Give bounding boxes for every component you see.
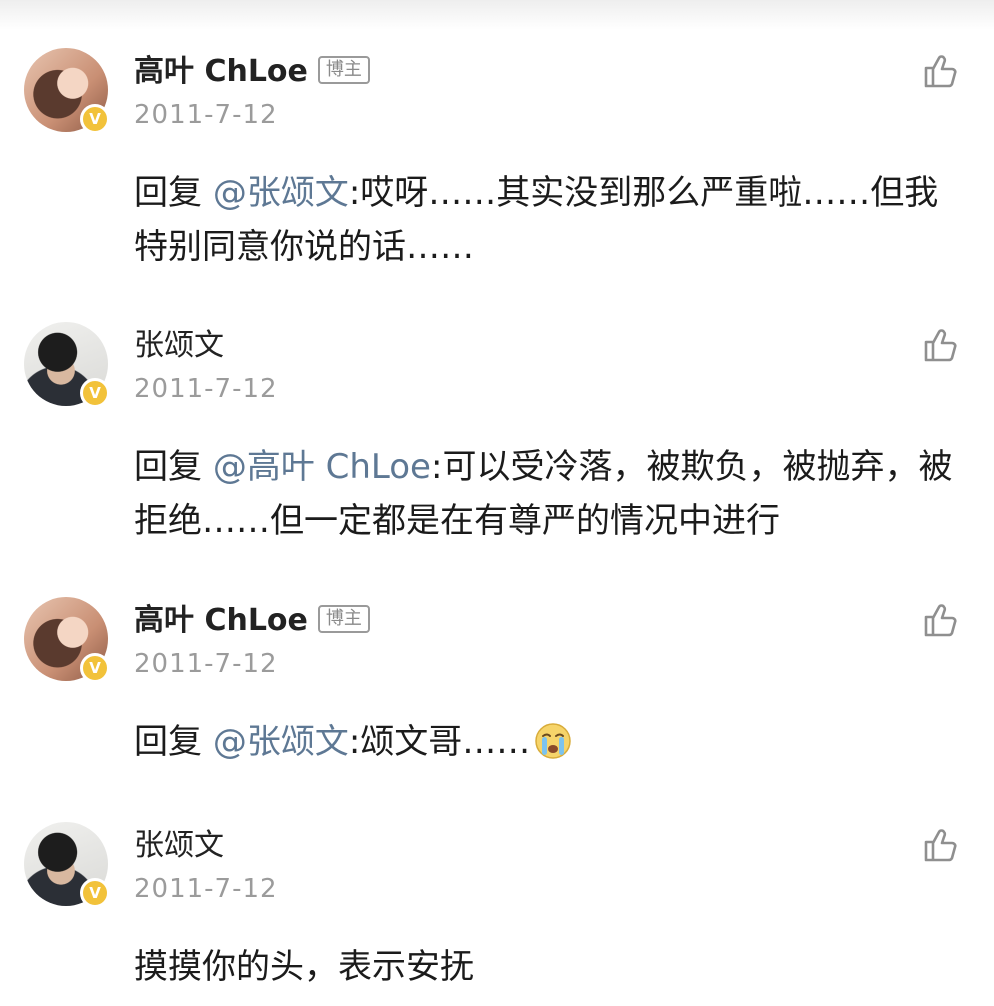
username[interactable]: 高叶 ChLoe 博主 (134, 52, 370, 92)
username-text[interactable]: 高叶 ChLoe (134, 603, 308, 638)
comment-date: 2011-7-12 (134, 874, 278, 904)
blogger-tag: 博主 (317, 604, 370, 633)
thumbs-up-icon[interactable] (922, 601, 960, 639)
thumbs-up-icon[interactable] (922, 326, 960, 364)
mention-link[interactable]: @张颂文 (213, 173, 349, 213)
reply-prefix: 回复 (134, 173, 213, 213)
comment-body: 回复 @张颂文:哎呀……其实没到那么严重啦……但我特别同意你说的话…… (134, 166, 964, 274)
thumbs-up-icon[interactable] (922, 826, 960, 864)
verified-badge-icon: V (80, 104, 110, 134)
comment-date: 2011-7-12 (134, 374, 278, 404)
comment-body: 摸摸你的头，表示安抚 (134, 940, 964, 994)
reply-prefix: 回复 (134, 447, 213, 487)
thumbs-up-icon[interactable] (922, 52, 960, 90)
username-text[interactable]: 张颂文 (134, 328, 224, 363)
username[interactable]: 张颂文 (134, 826, 224, 866)
mention-link[interactable]: @高叶 ChLoe (213, 447, 431, 487)
verified-badge-icon: V (80, 878, 110, 908)
verified-badge-icon: V (80, 378, 110, 408)
username-text[interactable]: 高叶 ChLoe (134, 54, 308, 89)
comment-text: :颂文哥…… (348, 722, 531, 762)
crying-face-emoji-icon (535, 722, 572, 759)
comment-date: 2011-7-12 (134, 649, 278, 679)
top-shadow (0, 0, 994, 30)
comment-body: 回复 @高叶 ChLoe:可以受冷落，被欺负，被抛弃，被拒绝……但一定都是在有尊… (134, 440, 964, 548)
comment-date: 2011-7-12 (134, 100, 278, 130)
mention-link[interactable]: @张颂文 (213, 722, 349, 762)
username[interactable]: 高叶 ChLoe 博主 (134, 601, 370, 641)
username[interactable]: 张颂文 (134, 326, 224, 366)
verified-badge-icon: V (80, 653, 110, 683)
reply-prefix: 回复 (134, 722, 213, 762)
comment-body: 回复 @张颂文:颂文哥…… (134, 715, 964, 769)
comment-text: 摸摸你的头，表示安抚 (134, 947, 474, 987)
blogger-tag: 博主 (317, 55, 370, 84)
username-text[interactable]: 张颂文 (134, 828, 224, 863)
